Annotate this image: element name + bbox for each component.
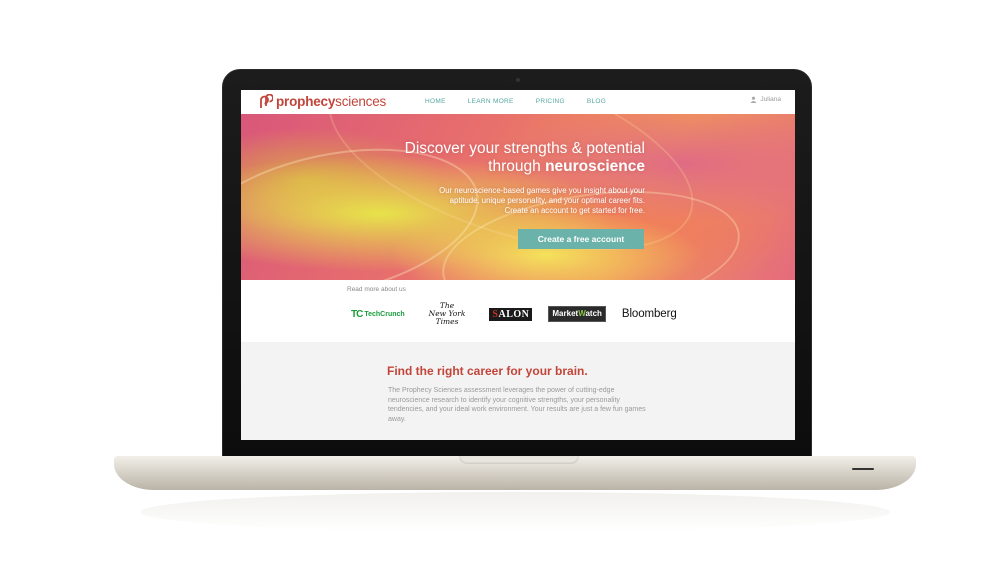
create-account-button[interactable]: Create a free account [518,229,644,249]
career-section: Find the right career for your brain. Th… [241,342,795,440]
hero-banner: Discover your strengths & potential thro… [241,114,795,280]
prophecy-logo-icon [257,93,274,109]
main-nav: HOME LEARN MORE PRICING BLOG [425,98,628,105]
career-title: Find the right career for your brain. [387,364,588,378]
hero-title: Discover your strengths & potential thro… [404,140,645,175]
nav-learn-more[interactable]: LEARN MORE [468,98,514,105]
laptop-base [114,456,916,490]
brand-logo[interactable]: prophecysciences [257,93,387,109]
nav-home[interactable]: HOME [425,98,446,105]
bloomberg-logo[interactable]: Bloomberg [622,308,677,320]
press-logos: TC TechCrunch The New York Times SALON M… [351,302,677,326]
site-header: prophecysciences HOME LEARN MORE PRICING… [241,90,795,114]
marketwatch-logo[interactable]: MarketWatch [548,306,606,322]
nyt-logo[interactable]: The New York Times [429,302,466,326]
user-name: Juliana [760,96,781,103]
laptop-screen: prophecysciences HOME LEARN MORE PRICING… [241,90,795,440]
career-description: The Prophecy Sciences assessment leverag… [388,387,646,423]
user-menu[interactable]: Juliana [750,96,781,103]
user-icon [750,96,757,103]
brand-name: prophecysciences [276,94,387,109]
laptop-notch [459,456,579,464]
nav-pricing[interactable]: PRICING [536,98,565,105]
techcrunch-mark-icon: TC [351,308,363,320]
techcrunch-logo[interactable]: TC TechCrunch [351,309,405,320]
hero-description: Our neuroscience-based games give you in… [439,186,645,215]
laptop-led [852,468,874,470]
salon-logo[interactable]: SALON [489,307,533,321]
laptop-lid: prophecysciences HOME LEARN MORE PRICING… [222,69,812,465]
nav-blog[interactable]: BLOG [587,98,606,105]
camera-dot [516,78,520,82]
laptop-reflection [140,492,890,532]
press-section: Read more about us TC TechCrunch The New… [241,280,795,342]
press-label: Read more about us [347,286,406,293]
